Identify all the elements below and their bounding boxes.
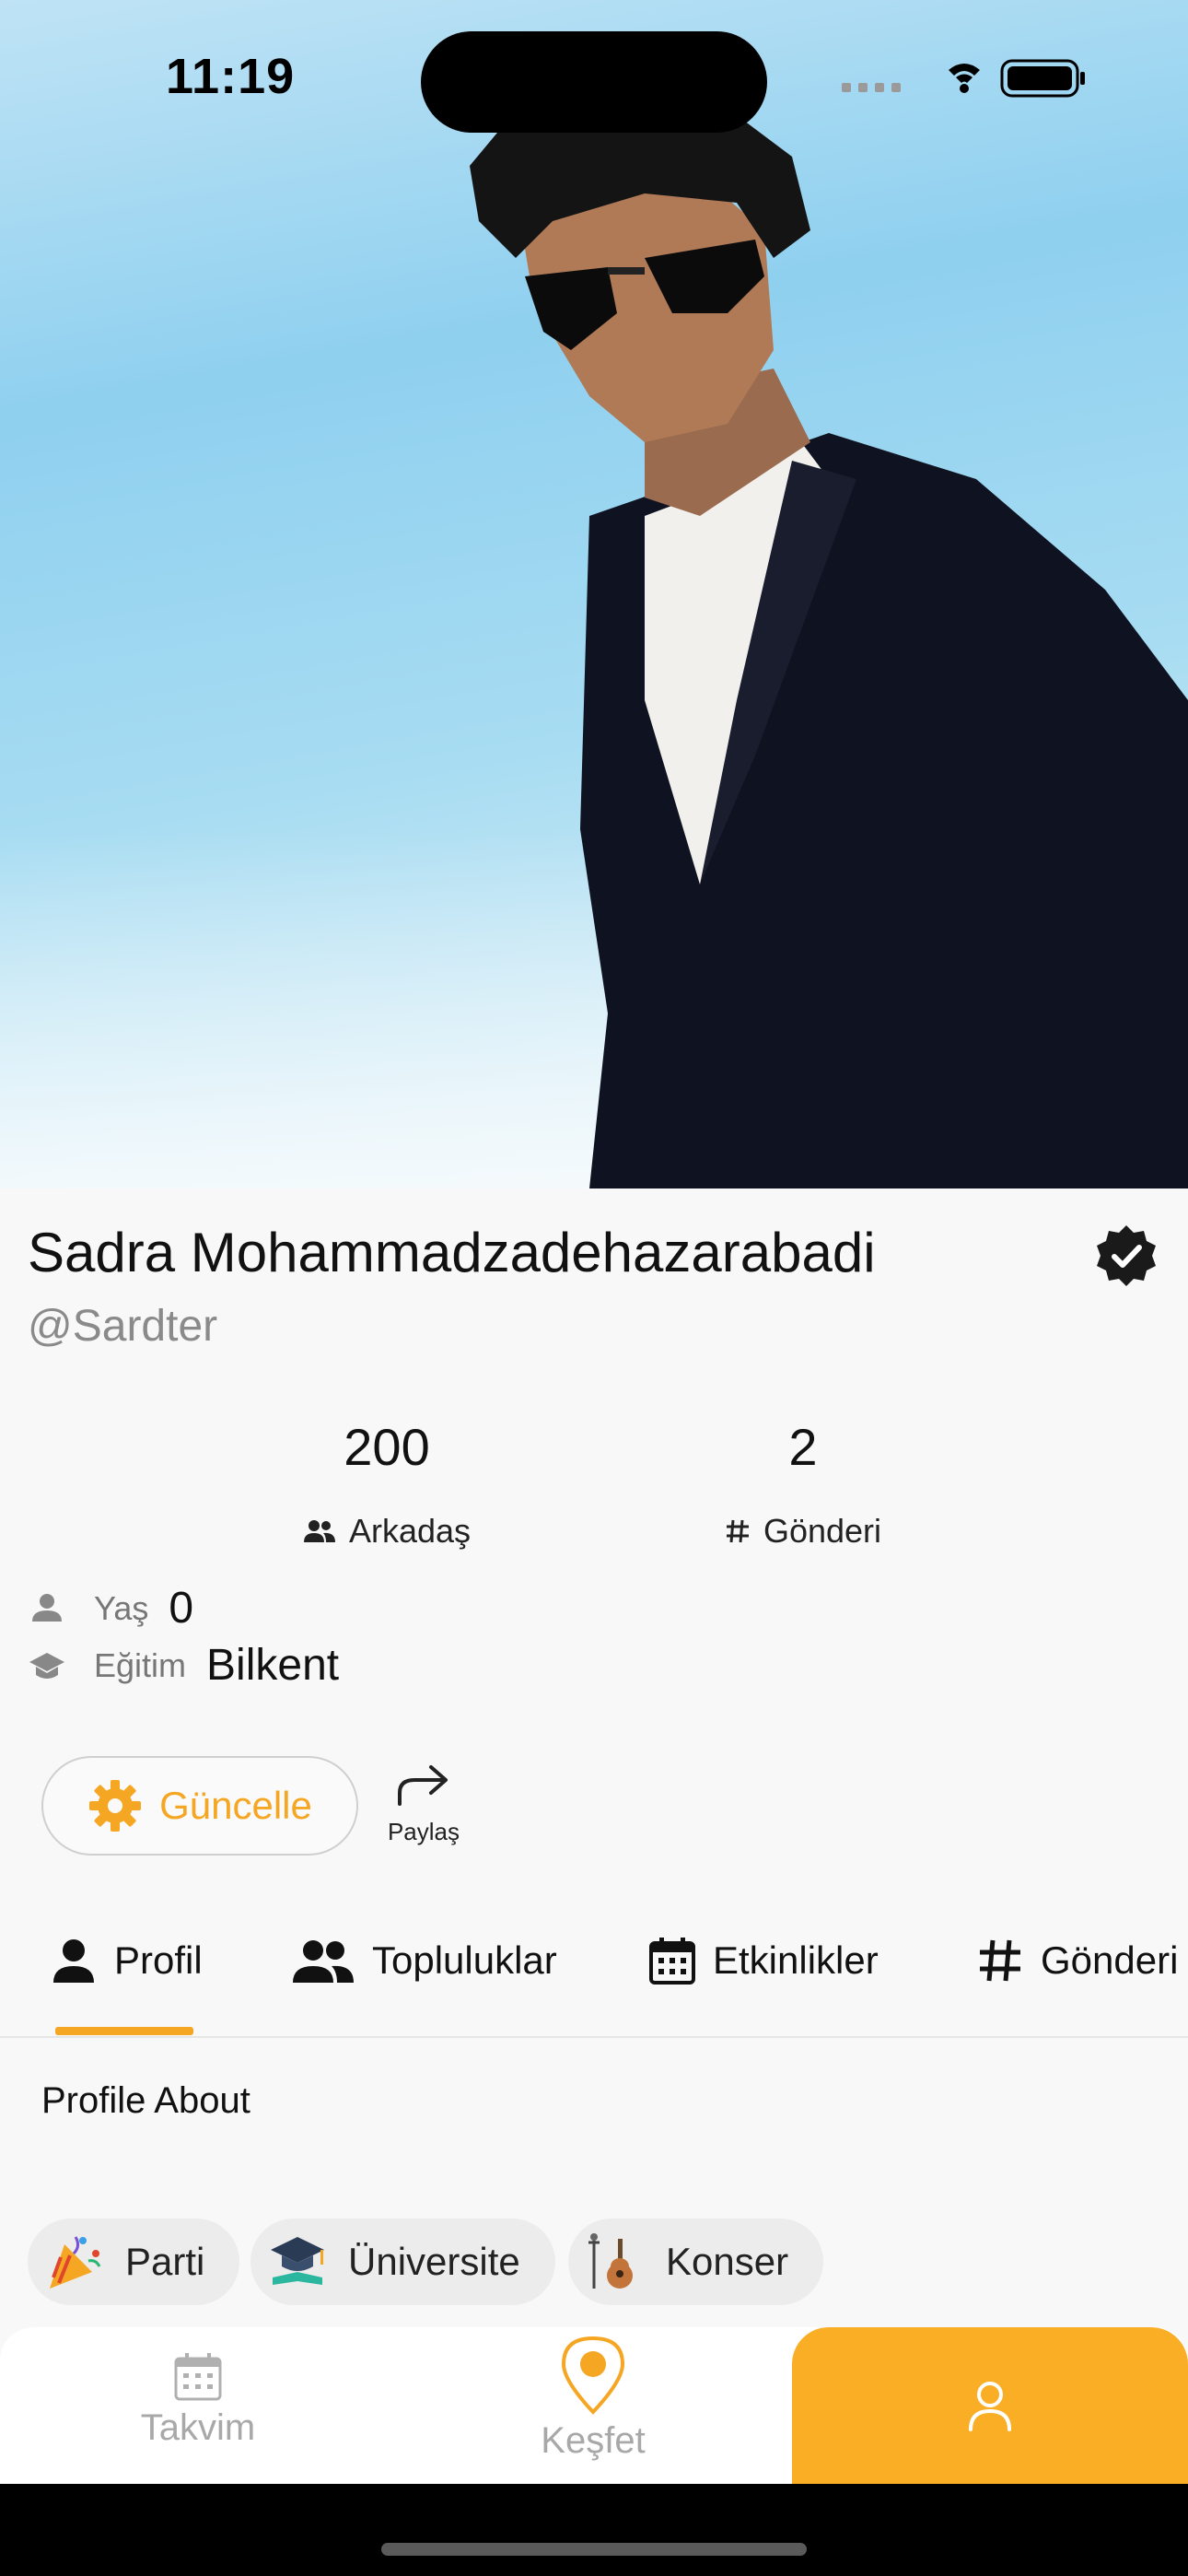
friends-label: Arkadaş xyxy=(348,1512,472,1550)
friends-count: 200 xyxy=(344,1418,430,1476)
interest-chip-universite[interactable]: Üniversite xyxy=(250,2219,555,2305)
share-button[interactable]: Paylaş xyxy=(382,1762,465,1846)
tab-etkinlikler-label: Etkinlikler xyxy=(713,1938,879,1982)
calendar-icon xyxy=(174,2353,222,2401)
nav-takvim[interactable]: Takvim xyxy=(106,2351,290,2449)
map-pin-icon xyxy=(561,2336,625,2415)
person-icon xyxy=(53,1939,94,1983)
active-tab-indicator xyxy=(55,2027,193,2035)
hashtag-icon xyxy=(980,1939,1020,1982)
share-arrow-icon xyxy=(398,1765,448,1806)
age-label: Yaş xyxy=(94,1588,149,1627)
profile-name: Sadra Mohammadzadehazarabadi xyxy=(28,1222,876,1283)
graduation-icon xyxy=(271,2237,324,2285)
friends-stat[interactable]: 200 Arkadaş xyxy=(249,1417,525,1551)
nav-takvim-label: Takvim xyxy=(140,2407,256,2448)
age-value: 0 xyxy=(169,1584,194,1633)
chip-universite-label: Üniversite xyxy=(348,2240,520,2283)
nav-profile-active[interactable] xyxy=(792,2327,1188,2484)
posts-count: 2 xyxy=(788,1418,818,1476)
user-icon xyxy=(969,2382,1011,2431)
age-row: Yaş 0 xyxy=(28,1583,193,1633)
graduation-cap-icon xyxy=(29,1652,64,1679)
tab-gonderi-label: Gönderi xyxy=(1041,1938,1179,1982)
update-button-label: Güncelle xyxy=(159,1784,312,1827)
chip-parti-label: Parti xyxy=(125,2240,205,2283)
tab-topluluklar-label: Topluluklar xyxy=(372,1938,557,1982)
profile-cover-photo: 11:19 xyxy=(0,0,1188,1188)
hashtag-icon xyxy=(726,1519,749,1543)
nav-kesfet-label: Keşfet xyxy=(541,2420,646,2461)
share-label: Paylaş xyxy=(387,1818,460,1845)
calendar-icon xyxy=(649,1938,695,1985)
education-row: Eğitim Bilkent xyxy=(28,1640,339,1691)
status-icons xyxy=(842,59,1085,98)
status-time: 11:19 xyxy=(166,49,296,104)
tab-profil-label: Profil xyxy=(114,1938,203,1982)
posts-label: Gönderi xyxy=(763,1512,882,1550)
profile-photo-image xyxy=(0,83,1188,1188)
tab-gonderi[interactable]: Gönderi xyxy=(976,1933,1178,1988)
tab-profil[interactable]: Profil xyxy=(50,1933,203,1988)
tab-etkinlikler[interactable]: Etkinlikler xyxy=(648,1933,879,1988)
people-icon xyxy=(303,1520,335,1542)
profile-about-title: Profile About xyxy=(41,2080,250,2121)
interest-chip-parti[interactable]: Parti xyxy=(28,2219,240,2305)
posts-stat[interactable]: 2 Gönderi xyxy=(665,1417,941,1551)
people-icon xyxy=(293,1940,354,1983)
gear-icon xyxy=(89,1780,142,1832)
tab-topluluklar[interactable]: Topluluklar xyxy=(291,1933,557,1988)
status-bar: 11:19 xyxy=(0,0,1188,157)
education-label: Eğitim xyxy=(94,1645,187,1684)
education-value: Bilkent xyxy=(206,1641,340,1690)
battery-icon xyxy=(1000,59,1085,98)
guitar-icon xyxy=(588,2233,633,2289)
home-indicator[interactable] xyxy=(381,2543,807,2556)
wifi-icon xyxy=(949,64,980,93)
profile-handle: @Sardter xyxy=(28,1302,218,1351)
person-icon xyxy=(32,1593,62,1622)
nav-kesfet[interactable]: Keşfet xyxy=(501,2333,685,2462)
party-popper-icon xyxy=(50,2236,101,2289)
interest-chip-konser[interactable]: Konser xyxy=(568,2219,824,2305)
dynamic-island xyxy=(421,31,767,133)
bottom-navigation: Takvim Keşfet xyxy=(0,2327,1188,2484)
signal-icon xyxy=(842,83,901,92)
profile-tabs: Profil Topluluklar Etkinlikler Gönderi xyxy=(0,1898,1188,2038)
verified-badge-icon xyxy=(1097,1225,1156,1286)
chip-konser-label: Konser xyxy=(666,2240,789,2283)
home-indicator-area xyxy=(0,2484,1188,2576)
update-profile-button[interactable]: Güncelle xyxy=(41,1756,358,1856)
